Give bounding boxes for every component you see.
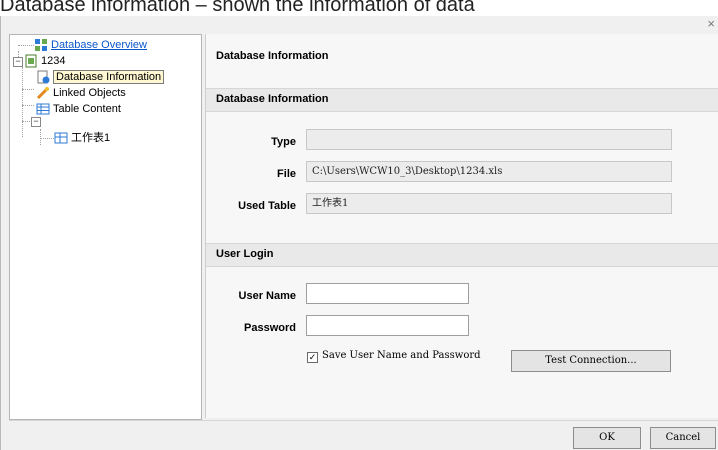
footer-divider bbox=[9, 420, 718, 421]
password-input[interactable] bbox=[306, 315, 469, 336]
collapse-table-content-icon[interactable]: − bbox=[31, 117, 41, 127]
type-field bbox=[306, 129, 672, 150]
type-label: Type bbox=[271, 136, 296, 148]
tree-item-database-overview[interactable]: Database Overview bbox=[34, 37, 147, 53]
tree-item-database-information[interactable]: Database Information bbox=[36, 69, 165, 85]
section-title: User Login bbox=[216, 248, 274, 260]
tree-item-label: 1234 bbox=[41, 55, 66, 68]
username-input[interactable] bbox=[306, 283, 469, 304]
used-table-field: 工作表1 bbox=[306, 193, 672, 214]
database-info-icon bbox=[36, 70, 50, 84]
cancel-button[interactable]: Cancel bbox=[650, 427, 716, 449]
tree-item-label: Database Overview bbox=[51, 39, 147, 52]
database-overview-icon bbox=[34, 38, 48, 52]
file-label: File bbox=[277, 168, 296, 180]
navigation-tree: − − Database Overview 1234 Database Info… bbox=[9, 34, 202, 420]
file-field: C:\Users\WCW10_3\Desktop\1234.xls bbox=[306, 161, 672, 182]
tree-item-linked-objects[interactable]: Linked Objects bbox=[36, 85, 126, 101]
panel-title: Database Information bbox=[216, 50, 329, 62]
database-info-section: Database Information bbox=[206, 88, 718, 112]
tree-item-table-content[interactable]: Table Content bbox=[36, 101, 121, 117]
tree-item-label: 工作表1 bbox=[71, 132, 111, 145]
ok-button[interactable]: OK bbox=[573, 427, 641, 449]
used-table-label: Used Table bbox=[238, 200, 296, 212]
collapse-1234-icon[interactable]: − bbox=[13, 57, 23, 67]
user-login-section: User Login bbox=[206, 243, 718, 267]
details-panel: Database Information Database Informatio… bbox=[205, 34, 718, 418]
section-title: Database Information bbox=[216, 93, 329, 105]
close-icon[interactable]: × bbox=[707, 16, 715, 31]
tree-item-label: Linked Objects bbox=[53, 87, 126, 100]
table-icon bbox=[36, 102, 50, 116]
database-file-icon bbox=[24, 54, 38, 68]
test-connection-button[interactable]: Test Connection... bbox=[511, 350, 671, 372]
tree-item-label: Table Content bbox=[53, 103, 121, 116]
tree-item-1234[interactable]: 1234 bbox=[24, 53, 65, 69]
linked-objects-icon bbox=[36, 86, 50, 100]
password-label: Password bbox=[244, 322, 296, 334]
save-credentials-checkbox[interactable]: ✓ bbox=[307, 352, 318, 363]
save-credentials-label[interactable]: Save User Name and Password bbox=[322, 350, 481, 361]
tree-item-label: Database Information bbox=[53, 70, 165, 85]
database-dialog: × − − Database Overview 1234 Database In… bbox=[0, 16, 718, 450]
sheet-icon bbox=[54, 131, 68, 145]
username-label: User Name bbox=[238, 290, 296, 302]
tree-item-sheet[interactable]: 工作表1 bbox=[54, 130, 110, 146]
